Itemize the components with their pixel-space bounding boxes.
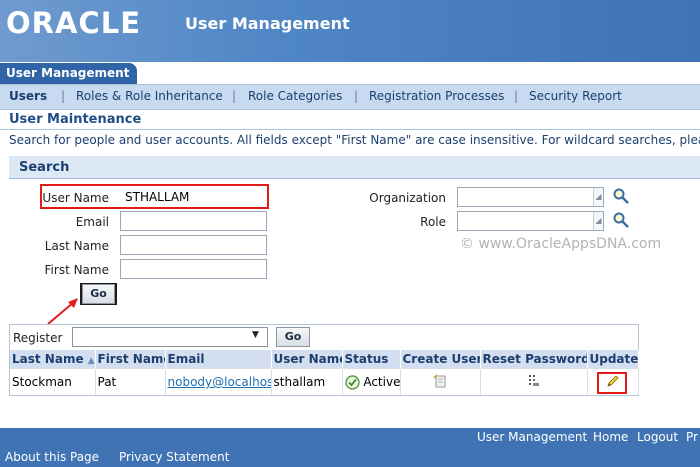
tab-user-management[interactable]: User Management: [0, 63, 138, 84]
role-resize-handle: ◢: [593, 212, 603, 230]
cell-user-name: sthallam: [271, 368, 343, 395]
column-header-first-name: First Name: [95, 350, 166, 369]
first-name-label: First Name: [44, 263, 109, 277]
cell-email: nobody@localhost: [165, 368, 272, 395]
subnav-item-roles[interactable]: Roles & Role Inheritance: [76, 89, 223, 103]
cell-last-name: Stockman: [10, 368, 96, 395]
register-go-button[interactable]: Go: [276, 327, 310, 347]
email-link[interactable]: nobody@localhost: [168, 375, 271, 389]
last-name-label: Last Name: [44, 239, 109, 253]
column-header-reset-password: Reset Password: [480, 350, 588, 369]
instructions-text: Search for people and user accounts. All…: [9, 133, 700, 147]
subnav-bar: Users | Roles & Role Inheritance | Role …: [0, 84, 700, 110]
footer-link-about[interactable]: About this Page: [5, 450, 99, 464]
role-input[interactable]: [457, 211, 604, 231]
cell-create-user: [400, 368, 481, 395]
column-header-update: Update: [587, 350, 639, 369]
search-section-title: Search: [19, 160, 70, 175]
subnav-separator: |: [61, 89, 66, 103]
subnav-separator: |: [354, 89, 359, 103]
arrow-annotation-icon: [47, 298, 78, 325]
cell-first-name: Pat: [95, 368, 166, 395]
footer: User Management Home Logout Pr About thi…: [0, 428, 700, 467]
column-header-create-user: Create User: [400, 350, 481, 369]
column-header-last-name[interactable]: Last Name ▲: [10, 350, 96, 369]
reset-password-icon[interactable]: [526, 373, 542, 389]
subnav-item-security-report[interactable]: Security Report: [529, 89, 622, 103]
footer-link-preferences[interactable]: Pr: [686, 430, 698, 444]
organization-label: Organization: [369, 191, 446, 205]
email-label: Email: [75, 215, 109, 229]
subnav-item-users[interactable]: Users: [9, 89, 47, 103]
footer-link-privacy[interactable]: Privacy Statement: [119, 450, 229, 464]
table-row: Stockman Pat nobody@localhost sthallam A…: [10, 368, 639, 395]
register-label: Register: [13, 331, 63, 345]
status-text: Active: [363, 374, 400, 389]
page-title: User Maintenance: [9, 112, 142, 127]
register-select[interactable]: [72, 327, 268, 347]
chevron-down-icon: ▼: [252, 330, 259, 340]
subnav-separator: |: [232, 89, 237, 103]
footer-link-home[interactable]: Home: [593, 430, 628, 444]
user-name-label: User Name: [42, 191, 109, 205]
column-header-user-name: User Name: [271, 350, 343, 369]
subnav-item-role-categories[interactable]: Role Categories: [248, 89, 342, 103]
role-search-icon[interactable]: [612, 211, 630, 229]
email-input[interactable]: [120, 211, 267, 231]
users-table: Last Name ▲ First Name Email User Name S…: [10, 350, 639, 395]
role-label: Role: [420, 215, 446, 229]
sort-asc-icon: ▲: [87, 356, 95, 366]
user-name-input[interactable]: [120, 187, 267, 207]
cell-reset-password: [480, 368, 588, 395]
footer-link-logout[interactable]: Logout: [637, 430, 678, 444]
footer-link-user-management[interactable]: User Management: [477, 430, 587, 444]
search-go-button[interactable]: Go: [82, 284, 115, 304]
column-header-email: Email: [165, 350, 272, 369]
subnav-item-registration-processes[interactable]: Registration Processes: [369, 89, 504, 103]
organization-search-icon[interactable]: [612, 187, 630, 205]
create-user-icon[interactable]: [432, 373, 448, 389]
last-name-input[interactable]: [120, 235, 267, 255]
oracle-logo: ORACLE: [6, 6, 141, 40]
check-circle-icon: [344, 374, 360, 390]
organization-input[interactable]: [457, 187, 604, 207]
watermark-text: © www.OracleAppsDNA.com: [460, 236, 662, 252]
subnav-separator: |: [514, 89, 519, 103]
app-title: User Management: [185, 14, 350, 33]
divider: [0, 129, 700, 130]
update-highlight-box: [597, 372, 627, 394]
column-header-status: Status: [342, 350, 401, 369]
first-name-input[interactable]: [120, 259, 267, 279]
cell-status: Active: [342, 368, 401, 395]
search-section-header: [9, 156, 700, 179]
organization-resize-handle: ◢: [593, 188, 603, 206]
table-header-row: Last Name ▲ First Name Email User Name S…: [10, 350, 639, 369]
